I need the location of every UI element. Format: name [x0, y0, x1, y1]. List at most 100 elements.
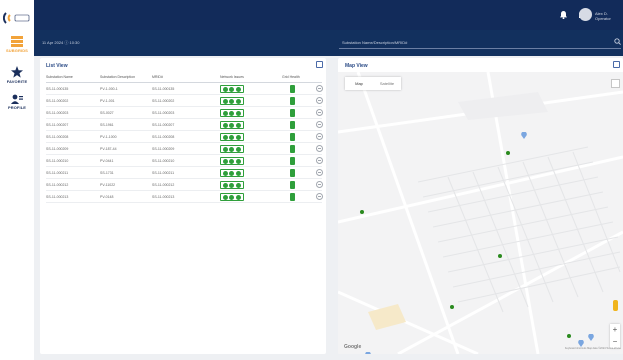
substation-marker[interactable]	[450, 305, 454, 309]
zoom-in-button[interactable]: +	[610, 324, 620, 336]
network-issues-indicator[interactable]	[220, 85, 244, 93]
row-remove-icon[interactable]	[316, 133, 323, 140]
brand-logo[interactable]	[3, 9, 31, 27]
cell-mrid: SS-11-000203	[152, 111, 175, 115]
search-input[interactable]: Substation Name/Description/MRID#	[339, 36, 621, 49]
list-view-panel: List View Substation Name Substation Des…	[40, 58, 326, 354]
table-row[interactable]: SS-11-000213 PV-0148 SS-11-000213	[46, 192, 323, 203]
grid-health-indicator	[290, 169, 295, 177]
location-pin-icon[interactable]	[365, 352, 371, 354]
cell-mrid: SS-11-000212	[152, 183, 175, 187]
column-header[interactable]: MRID#	[152, 75, 163, 79]
map-streets	[338, 72, 623, 354]
sidebar-item-favorite[interactable]: FAVORITE	[0, 66, 34, 84]
sidebar-item-subgrids[interactable]: SUBGRIDS	[0, 36, 34, 53]
row-remove-icon[interactable]	[316, 97, 323, 104]
cell-substation-name: SS-11-000210	[46, 159, 69, 163]
cell-mrid: SS-11-000209	[152, 147, 175, 151]
cell-substation-name: SS-11-000208	[46, 135, 69, 139]
cell-substation-name: SS-11-000213	[46, 195, 69, 199]
location-pin-icon[interactable]	[588, 334, 594, 341]
grid-health-indicator	[290, 181, 295, 189]
cell-substation-name: SS-11-000212	[46, 183, 69, 187]
star-icon	[11, 66, 23, 78]
network-issues-indicator[interactable]	[220, 181, 244, 189]
sidebar-item-profile[interactable]: PROFILE	[0, 94, 34, 110]
side-rail: SUBGRIDS FAVORITE PROFILE	[0, 0, 34, 360]
map-view-panel: Map View Map Satellite + − Google Keyboa…	[338, 58, 623, 354]
network-issues-indicator[interactable]	[220, 157, 244, 165]
map-attribution[interactable]: Keyboard shortcuts Map data ©2024 Terms …	[565, 347, 621, 350]
bell-icon[interactable]	[560, 11, 567, 19]
cell-substation-name: SS-11-000203	[46, 111, 69, 115]
grid-health-indicator	[290, 109, 295, 117]
cell-substation-name: SS-11-000211	[46, 171, 69, 175]
substation-marker[interactable]	[360, 210, 364, 214]
table-row[interactable]: SS-11-000135 PV-1-000-1 SS-11-000135	[46, 84, 323, 95]
export-icon[interactable]	[316, 61, 323, 68]
table-row[interactable]: SS-11-000212 PV-11022 SS-11-000212	[46, 180, 323, 191]
network-issues-indicator[interactable]	[220, 193, 244, 201]
network-issues-indicator[interactable]	[220, 133, 244, 141]
network-issues-indicator[interactable]	[220, 169, 244, 177]
table-row[interactable]: SS-11-000211 SS-1731 SS-11-000211	[46, 168, 323, 179]
cell-substation-description: PV-11022	[100, 183, 116, 187]
row-remove-icon[interactable]	[316, 157, 323, 164]
avatar[interactable]	[579, 8, 592, 21]
fullscreen-button[interactable]	[611, 79, 620, 88]
divider	[46, 82, 322, 83]
row-remove-icon[interactable]	[316, 109, 323, 116]
substation-marker[interactable]	[506, 151, 510, 155]
table-row[interactable]: SS-11-000207 SS-1961 SS-11-000207	[46, 120, 323, 131]
network-issues-indicator[interactable]	[220, 121, 244, 129]
user-name[interactable]: Alex D. Operator	[595, 11, 623, 21]
list-view-title: List View	[46, 63, 68, 69]
map-button[interactable]: Map	[345, 77, 373, 90]
location-pin-icon[interactable]	[521, 132, 527, 139]
substation-marker[interactable]	[498, 254, 502, 258]
grid-health-indicator	[290, 121, 295, 129]
sidebar-item-label: SUBGRIDS	[6, 48, 28, 53]
network-issues-indicator[interactable]	[220, 145, 244, 153]
street-view-pegman[interactable]	[613, 300, 618, 311]
network-issues-indicator[interactable]	[220, 109, 244, 117]
map-export-icon[interactable]	[613, 61, 620, 68]
cell-substation-description: SS-1731	[100, 171, 114, 175]
cell-substation-description: PV-1-1000	[100, 135, 117, 139]
location-pin-icon[interactable]	[578, 340, 584, 347]
row-remove-icon[interactable]	[316, 181, 323, 188]
cell-substation-description: SS-0027	[100, 111, 114, 115]
google-logo: Google	[344, 344, 362, 350]
cell-mrid: SS-11-000202	[152, 99, 175, 103]
cell-substation-description: PV-1-001	[100, 99, 115, 103]
column-header[interactable]: Substation Name	[46, 75, 73, 79]
network-issues-indicator[interactable]	[220, 97, 244, 105]
row-remove-icon[interactable]	[316, 193, 323, 200]
row-remove-icon[interactable]	[316, 169, 323, 176]
row-remove-icon[interactable]	[316, 145, 323, 152]
table-header: Substation Name Substation Description M…	[46, 74, 322, 82]
search-placeholder: Substation Name/Description/MRID#	[342, 40, 408, 45]
row-remove-icon[interactable]	[316, 121, 323, 128]
cell-mrid: SS-11-000211	[152, 171, 175, 175]
table-row[interactable]: SS-11-000209 PV-187-44 SS-11-000209	[46, 144, 323, 155]
table-row[interactable]: SS-11-000208 PV-1-1000 SS-11-000208	[46, 132, 323, 143]
satellite-button[interactable]: Satellite	[373, 77, 401, 90]
cell-substation-description: PV-0148	[100, 195, 114, 199]
column-header[interactable]: Grid Health	[282, 75, 300, 79]
zoom-control: + −	[610, 324, 620, 348]
grid-health-indicator	[290, 145, 295, 153]
cell-substation-description: SS-1961	[100, 123, 114, 127]
cell-mrid: SS-11-000207	[152, 123, 175, 127]
substation-marker[interactable]	[567, 334, 571, 338]
column-header[interactable]: Substation Description	[100, 75, 135, 79]
table-row[interactable]: SS-11-000203 SS-0027 SS-11-000203	[46, 108, 323, 119]
map-canvas[interactable]: Map Satellite + − Google Keyboard shortc…	[338, 72, 623, 354]
search-icon[interactable]	[614, 38, 621, 45]
row-remove-icon[interactable]	[316, 85, 323, 92]
table-row[interactable]: SS-11-000202 PV-1-001 SS-11-000202	[46, 96, 323, 107]
table-row[interactable]: SS-11-000210 PV-0441 SS-11-000210	[46, 156, 323, 167]
sidebar-item-label: FAVORITE	[6, 79, 28, 84]
column-header[interactable]: Network Issues	[220, 75, 244, 79]
cell-substation-name: SS-11-000202	[46, 99, 69, 103]
